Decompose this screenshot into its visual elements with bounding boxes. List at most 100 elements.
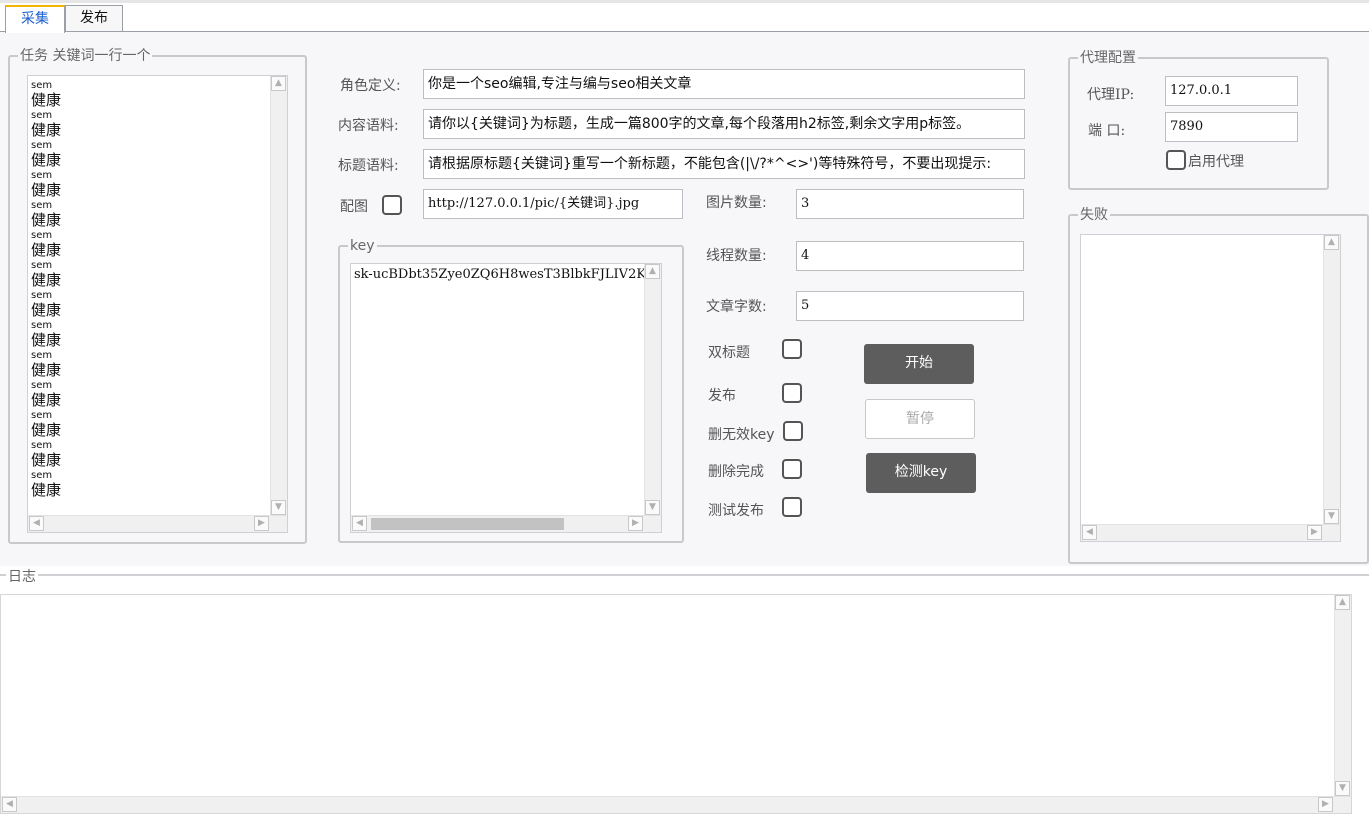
list-item-tag: sem — [31, 380, 53, 391]
list-item-keyword: 健康 — [31, 361, 62, 379]
keyword-list[interactable]: sem 健康 sem 健康 sem 健康 sem 健康 sem 健康 sem 健康 sem 健康 sem 健康… — [27, 75, 288, 533]
list-item-keyword: 健康 — [31, 151, 62, 169]
list-item-keyword: 健康 — [31, 421, 62, 439]
scroll-left-icon[interactable]: ◀ — [1082, 525, 1097, 540]
scroll-down-icon[interactable]: ▼ — [645, 500, 660, 515]
scroll-left-icon[interactable]: ◀ — [2, 797, 17, 812]
double-title-label: 双标题 — [708, 345, 750, 361]
scroll-left-icon[interactable]: ◀ — [29, 516, 44, 531]
list-item-tag: sem — [31, 200, 53, 211]
delete-done-checkbox[interactable] — [782, 459, 802, 479]
pause-button[interactable]: 暂停 — [865, 399, 975, 439]
image-count-label: 图片数量: — [706, 195, 767, 211]
list-item-keyword: 健康 — [31, 121, 62, 139]
list-item-tag: sem — [31, 170, 53, 181]
list-item-keyword: 健康 — [31, 271, 62, 289]
list-item[interactable]: sem 健康 — [31, 140, 61, 170]
content-prompt-label: 内容语料: — [338, 118, 399, 134]
image-url-input[interactable]: http://127.0.0.1/pic/{关键词}.jpg — [423, 189, 683, 219]
list-item-tag: sem — [31, 470, 53, 481]
tab-collect[interactable]: 采集 — [5, 5, 65, 33]
scroll-right-icon[interactable]: ▶ — [628, 516, 643, 531]
scroll-down-icon[interactable]: ▼ — [1335, 781, 1350, 796]
list-item-tag: sem — [31, 350, 53, 361]
scroll-right-icon[interactable]: ▶ — [1307, 525, 1322, 540]
proxy-ip-label: 代理IP: — [1087, 87, 1135, 103]
content-prompt-input[interactable]: 请你以{关键词}为标题，生成一篇800字的文章,每个段落用h2标签,剩余文字用p… — [423, 109, 1025, 139]
delete-done-label: 删除完成 — [708, 464, 764, 480]
role-input[interactable]: 你是一个seo编辑,专注与编与seo相关文章 — [423, 69, 1025, 99]
publish-label: 发布 — [708, 388, 736, 404]
role-label: 角色定义: — [340, 78, 401, 94]
thread-count-label: 线程数量: — [706, 248, 767, 264]
list-item[interactable]: sem 健康 — [31, 410, 61, 440]
log-vscroll[interactable]: ▲ ▼ — [1334, 595, 1351, 796]
log-divider — [0, 574, 1369, 576]
word-count-label: 文章字数: — [706, 299, 767, 315]
publish-checkbox[interactable] — [782, 383, 802, 403]
scroll-right-icon[interactable]: ▶ — [1318, 797, 1333, 812]
list-item[interactable]: sem 健康 — [31, 260, 61, 290]
log-textarea[interactable]: ▲ ▼ ◀ ▶ — [0, 594, 1352, 814]
keyword-list-vscroll[interactable]: ▲ ▼ — [270, 76, 287, 515]
list-item[interactable]: sem 健康 — [31, 320, 61, 350]
key-hscroll-thumb[interactable] — [371, 518, 564, 530]
fail-list-vscroll[interactable]: ▲ ▼ — [1323, 235, 1340, 524]
list-item[interactable]: sem 健康 — [31, 80, 61, 110]
fail-list-hscroll[interactable]: ◀ ▶ — [1081, 524, 1340, 541]
key-vscroll[interactable]: ▲ ▼ — [644, 264, 661, 515]
keyword-list-hscroll[interactable]: ◀ ▶ — [28, 515, 287, 532]
list-item[interactable]: sem 健康 — [31, 110, 61, 140]
list-item-tag: sem — [31, 410, 53, 421]
scroll-down-icon[interactable]: ▼ — [1324, 509, 1339, 524]
scroll-up-icon[interactable]: ▲ — [1335, 595, 1350, 610]
thread-count-input[interactable]: 4 — [796, 241, 1024, 271]
title-prompt-input[interactable]: 请根据原标题{关键词}重写一个新标题，不能包含(|\/?*^<>')等特殊符号，… — [423, 149, 1025, 179]
scroll-down-icon[interactable]: ▼ — [271, 500, 286, 515]
list-item[interactable]: sem 健康 — [31, 170, 61, 200]
list-item-keyword: 健康 — [31, 391, 62, 409]
fail-list[interactable]: ▲ ▼ ◀ ▶ — [1080, 234, 1341, 542]
list-item-tag: sem — [31, 80, 53, 91]
list-item-tag: sem — [31, 320, 53, 331]
list-item[interactable]: sem 健康 — [31, 290, 61, 320]
word-count-input[interactable]: 5 — [796, 291, 1024, 321]
fail-group-title: 失败 — [1078, 206, 1110, 224]
image-count-input[interactable]: 3 — [796, 189, 1024, 219]
scroll-up-icon[interactable]: ▲ — [645, 264, 660, 279]
list-item[interactable]: sem 健康 — [31, 200, 61, 230]
list-item-keyword: 健康 — [31, 301, 62, 319]
scroll-up-icon[interactable]: ▲ — [271, 76, 286, 91]
start-button[interactable]: 开始 — [864, 344, 974, 384]
list-item[interactable]: sem 健康 — [31, 440, 61, 470]
scroll-right-icon[interactable]: ▶ — [254, 516, 269, 531]
list-item-tag: sem — [31, 440, 53, 451]
test-publish-checkbox[interactable] — [782, 497, 802, 517]
list-item-keyword: 健康 — [31, 211, 62, 229]
log-hscroll[interactable]: ◀ ▶ — [1, 796, 1351, 813]
tab-publish[interactable]: 发布 — [65, 5, 123, 32]
list-item[interactable]: sem 健康 — [31, 230, 61, 260]
enable-proxy-label: 启用代理 — [1188, 154, 1244, 170]
list-item-tag: sem — [31, 230, 53, 241]
scroll-up-icon[interactable]: ▲ — [1324, 235, 1339, 250]
list-item[interactable]: sem 健康 — [31, 350, 61, 380]
key-hscroll[interactable]: ◀ ▶ — [351, 515, 661, 532]
enable-proxy-checkbox[interactable] — [1166, 150, 1186, 170]
proxy-ip-input[interactable]: 127.0.0.1 — [1165, 76, 1298, 106]
image-checkbox[interactable] — [382, 195, 402, 215]
proxy-port-input[interactable]: 7890 — [1165, 112, 1298, 142]
list-item-keyword: 健康 — [31, 451, 62, 469]
list-item-tag: sem — [31, 290, 53, 301]
title-prompt-label: 标题语料: — [338, 158, 399, 174]
proxy-port-label: 端 口: — [1088, 123, 1126, 139]
double-title-checkbox[interactable] — [782, 339, 802, 359]
list-item-keyword: 健康 — [31, 481, 62, 499]
check-key-button[interactable]: 检测key — [866, 453, 976, 493]
scroll-left-icon[interactable]: ◀ — [352, 516, 367, 531]
key-textarea[interactable]: sk-ucBDbt35Zye0ZQ6H8wesT3BlbkFJLIV2KFMc … — [350, 263, 662, 533]
key-group-title: key — [348, 237, 377, 255]
list-item[interactable]: sem 健康 — [31, 470, 61, 500]
delete-invalid-key-checkbox[interactable] — [783, 421, 803, 441]
list-item[interactable]: sem 健康 — [31, 380, 61, 410]
